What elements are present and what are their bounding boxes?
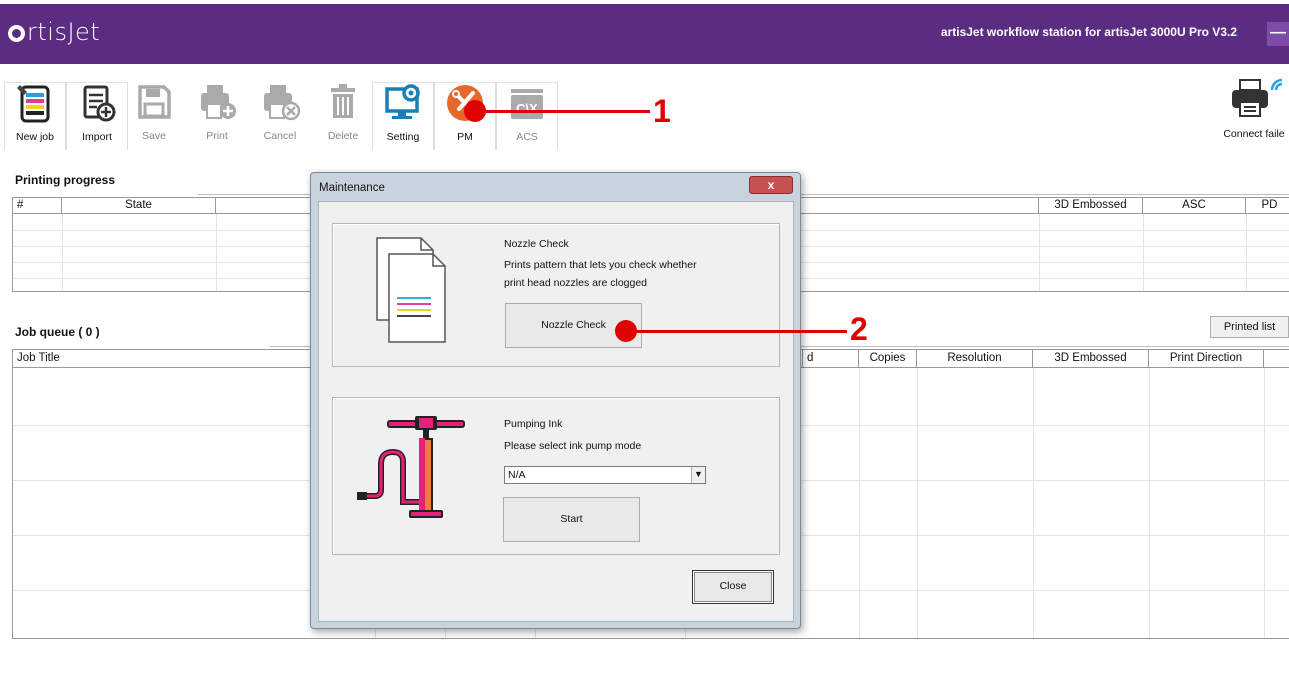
callout-2-number: 2 [850,311,868,347]
queue-col-line [859,368,860,638]
progress-col-3d-embossed[interactable]: 3D Embossed [1039,198,1143,214]
settings-monitor-icon [383,83,423,123]
queue-col-copies[interactable]: Copies [859,350,917,368]
progress-col-state[interactable]: State [62,198,216,214]
queue-col-d[interactable]: d [803,350,859,368]
queue-col-line [1149,368,1150,638]
window-title: artisJet workflow station for artisJet 3… [940,25,1237,39]
dialog-close-x-button[interactable]: x [749,176,793,194]
cancel-button[interactable]: Cancel [249,82,311,150]
queue-col-resolution[interactable]: Resolution [917,350,1033,368]
printed-list-button[interactable]: Printed list [1210,316,1289,338]
save-button[interactable]: Save [123,82,185,150]
acs-button[interactable]: C\X ACS [496,82,558,150]
connection-status[interactable]: Connect faile [1219,76,1289,140]
ink-pump-icon [353,412,473,522]
dropdown-arrow-icon[interactable]: ▼ [691,467,705,483]
new-job-label: New job [16,131,54,143]
progress-col-line [1246,214,1247,291]
pumping-ink-heading: Pumping Ink [504,418,563,430]
callout-2-dot [615,320,637,342]
pumping-ink-desc: Please select ink pump mode [504,440,642,452]
printing-progress-title: Printing progress [15,173,116,187]
print-label: Print [206,130,228,142]
logo-text: rtisJet [27,18,101,46]
app-logo: rtisJet [8,18,100,46]
job-queue-title: Job queue ( 0 ) [15,325,100,339]
close-button[interactable]: Close [692,570,774,604]
acs-icon: C\X [507,83,547,123]
logo-mark [8,25,25,42]
delete-button[interactable]: Delete [312,82,374,150]
import-icon [77,83,117,123]
dialog-title: Maintenance [319,182,385,194]
progress-col-number[interactable]: # [13,198,62,214]
queue-col-3d-embossed[interactable]: 3D Embossed [1033,350,1149,368]
cancel-print-icon [260,82,301,122]
document-stack-icon [371,236,451,346]
pumping-ink-panel: Pumping Ink Please select ink pump mode … [332,397,780,555]
nozzle-check-desc-1: Prints pattern that lets you check wheth… [504,259,697,271]
import-label: Import [82,131,112,143]
queue-col-line [1264,368,1265,638]
progress-col-line [62,214,63,291]
ink-pump-mode-value: N/A [508,469,526,481]
nozzle-check-desc-2: print head nozzles are clogged [504,277,648,289]
app-window: rtisJet artisJet workflow station for ar… [0,0,1289,684]
print-button[interactable]: Print [186,82,248,150]
trash-icon [323,82,363,122]
nozzle-check-heading: Nozzle Check [504,238,569,250]
svg-text:C\X: C\X [516,101,538,116]
dialog-client-area: Nozzle Check Prints pattern that lets yo… [318,201,794,622]
minimize-button[interactable]: — [1267,22,1289,46]
start-pump-button[interactable]: Start [503,497,640,542]
setting-button[interactable]: Setting [372,82,434,150]
new-job-button[interactable]: New job [4,82,66,150]
progress-col-line [1039,214,1040,291]
save-label: Save [142,130,166,142]
callout-1-dot [464,100,486,122]
ink-pump-mode-select[interactable]: N/A ▼ [504,466,706,484]
progress-col-line [1143,214,1144,291]
callout-1-line [474,110,650,113]
queue-col-line [1033,368,1034,638]
nozzle-check-panel: Nozzle Check Prints pattern that lets yo… [332,223,780,367]
callout-2-line [627,330,847,333]
pm-label: PM [457,131,473,143]
delete-label: Delete [327,130,359,142]
printer-icon [197,82,237,122]
progress-col-line [216,214,217,291]
save-icon [134,82,174,122]
title-bar: rtisJet artisJet workflow station for ar… [0,4,1289,64]
maintenance-dialog: Maintenance x Nozzle Check Prints patter… [310,172,801,629]
progress-col-asc[interactable]: ASC [1143,198,1246,214]
import-button[interactable]: Import [66,82,128,150]
setting-label: Setting [386,131,420,143]
queue-col-line [917,368,918,638]
new-job-icon [15,83,55,123]
printer-wifi-icon [1226,76,1283,120]
queue-col-print-direction[interactable]: Print Direction [1149,350,1264,368]
connect-label: Connect faile [1223,128,1285,140]
cancel-label: Cancel [263,130,297,142]
acs-label: ACS [516,131,538,143]
progress-col-pd[interactable]: PD [1246,198,1289,214]
callout-1-number: 1 [653,93,671,129]
